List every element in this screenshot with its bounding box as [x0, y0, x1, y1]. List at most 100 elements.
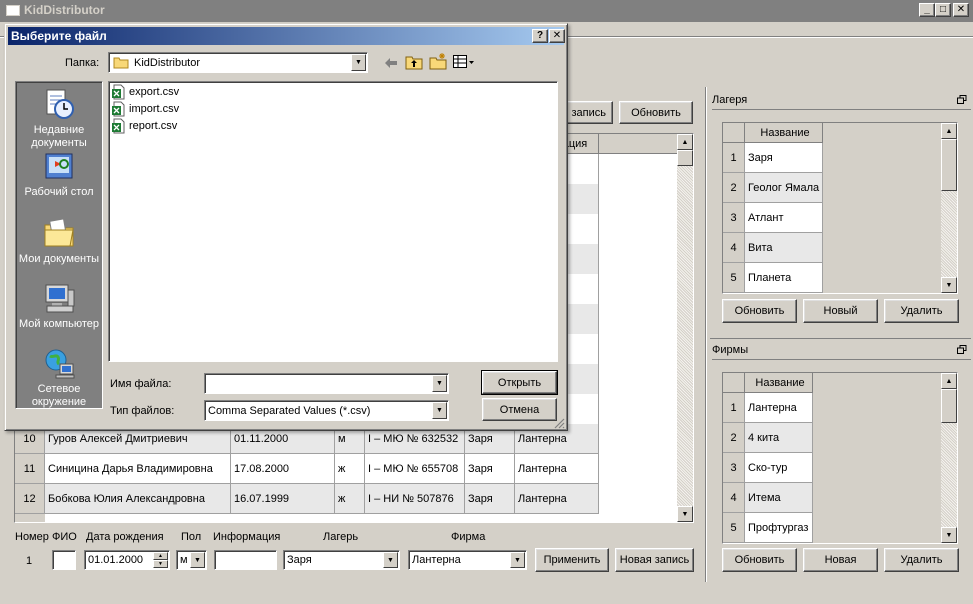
firms-refresh-button[interactable]: Обновить — [722, 548, 797, 572]
scroll-up-arrow-icon[interactable]: ▲ — [677, 134, 693, 150]
main-title-bar: KidDistributor _ □ ✕ — [0, 0, 973, 22]
place-desktop[interactable]: Рабочий стол — [16, 152, 102, 199]
row-number: 12 — [15, 484, 45, 514]
scroll-down-arrow-icon[interactable]: ▼ — [941, 527, 957, 543]
label-sex: Пол — [181, 531, 202, 543]
dob-date-input[interactable]: 01.01.2000 ▲ ▼ — [84, 550, 170, 570]
chevron-down-icon[interactable]: ▼ — [383, 552, 398, 568]
camps-new-button[interactable]: Новый — [803, 299, 878, 323]
splitter[interactable] — [705, 87, 707, 582]
cell-name: Бобкова Юлия Александровна — [45, 484, 231, 514]
row-number: 1 — [723, 393, 745, 423]
filename-input[interactable]: ▼ — [204, 373, 449, 394]
filetype-select[interactable]: Comma Separated Values (*.csv) ▼ — [204, 400, 449, 421]
file-item[interactable]: import.csv — [111, 101, 179, 117]
firm-name-cell[interactable]: 4 кита — [745, 423, 813, 453]
spin-down-icon[interactable]: ▼ — [153, 560, 168, 568]
chevron-down-icon[interactable]: ▼ — [432, 402, 447, 419]
camps-vertical-scrollbar[interactable]: ▲ ▼ — [941, 123, 957, 293]
minimize-button[interactable]: _ — [919, 3, 935, 17]
cell-sex: ж — [335, 484, 365, 514]
scroll-thumb[interactable] — [941, 139, 957, 191]
new-folder-icon[interactable] — [429, 53, 447, 70]
chevron-down-icon[interactable]: ▼ — [351, 54, 366, 71]
fio-input[interactable] — [52, 550, 76, 570]
camp-name-cell[interactable]: Атлант — [745, 203, 823, 233]
up-folder-icon[interactable] — [405, 54, 423, 70]
firms-vertical-scrollbar[interactable]: ▲ ▼ — [941, 373, 957, 543]
camp-name-cell[interactable]: Геолог Ямала — [745, 173, 823, 203]
open-button[interactable]: Открыть — [481, 370, 558, 395]
cancel-button[interactable]: Отмена — [482, 398, 557, 421]
scroll-thumb[interactable] — [677, 150, 693, 166]
restore-icon[interactable] — [957, 345, 967, 354]
place-my-computer[interactable]: Мой компьютер — [16, 282, 102, 331]
close-window-button[interactable]: ✕ — [953, 3, 969, 17]
corner-header — [723, 373, 745, 393]
csv-file-icon — [112, 84, 125, 100]
maximize-button[interactable]: □ — [935, 3, 951, 17]
app-title: KidDistributor — [24, 3, 105, 17]
firms-grid[interactable]: Название 1 Лантерна 2 4 кита 3 Ско-тур 4… — [722, 372, 958, 544]
refresh-main-button[interactable]: Обновить — [619, 101, 693, 124]
cell-dob: 17.08.2000 — [231, 454, 335, 484]
camp-select[interactable]: Заря ▼ — [283, 550, 400, 570]
camps-refresh-button[interactable]: Обновить — [722, 299, 797, 323]
camp-name-cell[interactable]: Планета — [745, 263, 823, 293]
dialog-close-button[interactable]: ✕ — [549, 29, 565, 43]
camp-name-cell[interactable]: Вита — [745, 233, 823, 263]
restore-icon[interactable] — [957, 95, 967, 104]
info-input[interactable] — [214, 550, 277, 570]
folder-icon — [113, 57, 129, 69]
scroll-up-arrow-icon[interactable]: ▲ — [941, 123, 957, 139]
scroll-thumb[interactable] — [941, 389, 957, 423]
my-documents-icon — [44, 218, 74, 247]
chevron-down-icon[interactable]: ▼ — [432, 375, 447, 392]
camp-value: Заря — [287, 554, 312, 566]
firm-name-cell[interactable]: Профтургаз — [745, 513, 813, 543]
place-my-documents[interactable]: Мои документы — [16, 217, 102, 266]
label-firm: Фирма — [451, 531, 486, 543]
resize-grip-icon[interactable] — [553, 417, 565, 429]
firms-new-button[interactable]: Новая — [803, 548, 878, 572]
apply-button[interactable]: Применить — [535, 548, 609, 572]
firms-column-header[interactable]: Название — [745, 373, 813, 393]
camps-column-header[interactable]: Название — [745, 123, 823, 143]
camps-delete-button[interactable]: Удалить — [884, 299, 959, 323]
sex-select[interactable]: м ▼ — [176, 550, 207, 570]
firm-name-cell[interactable]: Итема — [745, 483, 813, 513]
grid-vertical-scrollbar[interactable]: ▲ ▼ — [677, 134, 693, 522]
file-item[interactable]: export.csv — [111, 84, 179, 100]
file-name: export.csv — [129, 86, 180, 98]
spin-up-icon[interactable]: ▲ — [153, 552, 168, 560]
back-arrow-icon[interactable] — [383, 56, 399, 70]
help-button[interactable]: ? — [532, 29, 548, 43]
firm-select[interactable]: Лантерна ▼ — [408, 550, 527, 570]
scroll-up-arrow-icon[interactable]: ▲ — [941, 373, 957, 389]
firm-name-cell[interactable]: Ско-тур — [745, 453, 813, 483]
cell-sex: ж — [335, 454, 365, 484]
recent-documents-icon — [46, 89, 74, 119]
row-number: 4 — [723, 483, 745, 513]
camps-panel-title: Лагеря — [712, 94, 748, 106]
new-record-button[interactable]: Новая запись — [615, 548, 694, 572]
file-item[interactable]: report.csv — [111, 118, 177, 134]
firms-grid-empty-area — [813, 373, 941, 543]
camps-grid[interactable]: Название 1 Заря 2 Геолог Ямала 3 Атлант … — [722, 122, 958, 294]
camp-name-cell[interactable]: Заря — [745, 143, 823, 173]
scroll-down-arrow-icon[interactable]: ▼ — [941, 277, 957, 293]
file-list[interactable]: export.csv import.csv report.csv — [108, 81, 558, 362]
view-menu-icon[interactable] — [453, 55, 475, 69]
place-network[interactable]: Сетевое окружение — [16, 347, 102, 409]
file-name: import.csv — [129, 103, 180, 115]
chevron-down-icon[interactable]: ▼ — [190, 552, 205, 568]
scroll-down-arrow-icon[interactable]: ▼ — [677, 506, 693, 522]
firm-name-cell[interactable]: Лантерна — [745, 393, 813, 423]
folder-select[interactable]: KidDistributor ▼ — [108, 52, 368, 73]
place-recent[interactable]: Недавние документы — [16, 88, 102, 150]
firms-delete-button[interactable]: Удалить — [884, 548, 959, 572]
network-icon — [45, 349, 75, 379]
chevron-down-icon[interactable]: ▼ — [510, 552, 525, 568]
csv-file-icon — [112, 118, 125, 134]
file-name: report.csv — [129, 120, 178, 132]
